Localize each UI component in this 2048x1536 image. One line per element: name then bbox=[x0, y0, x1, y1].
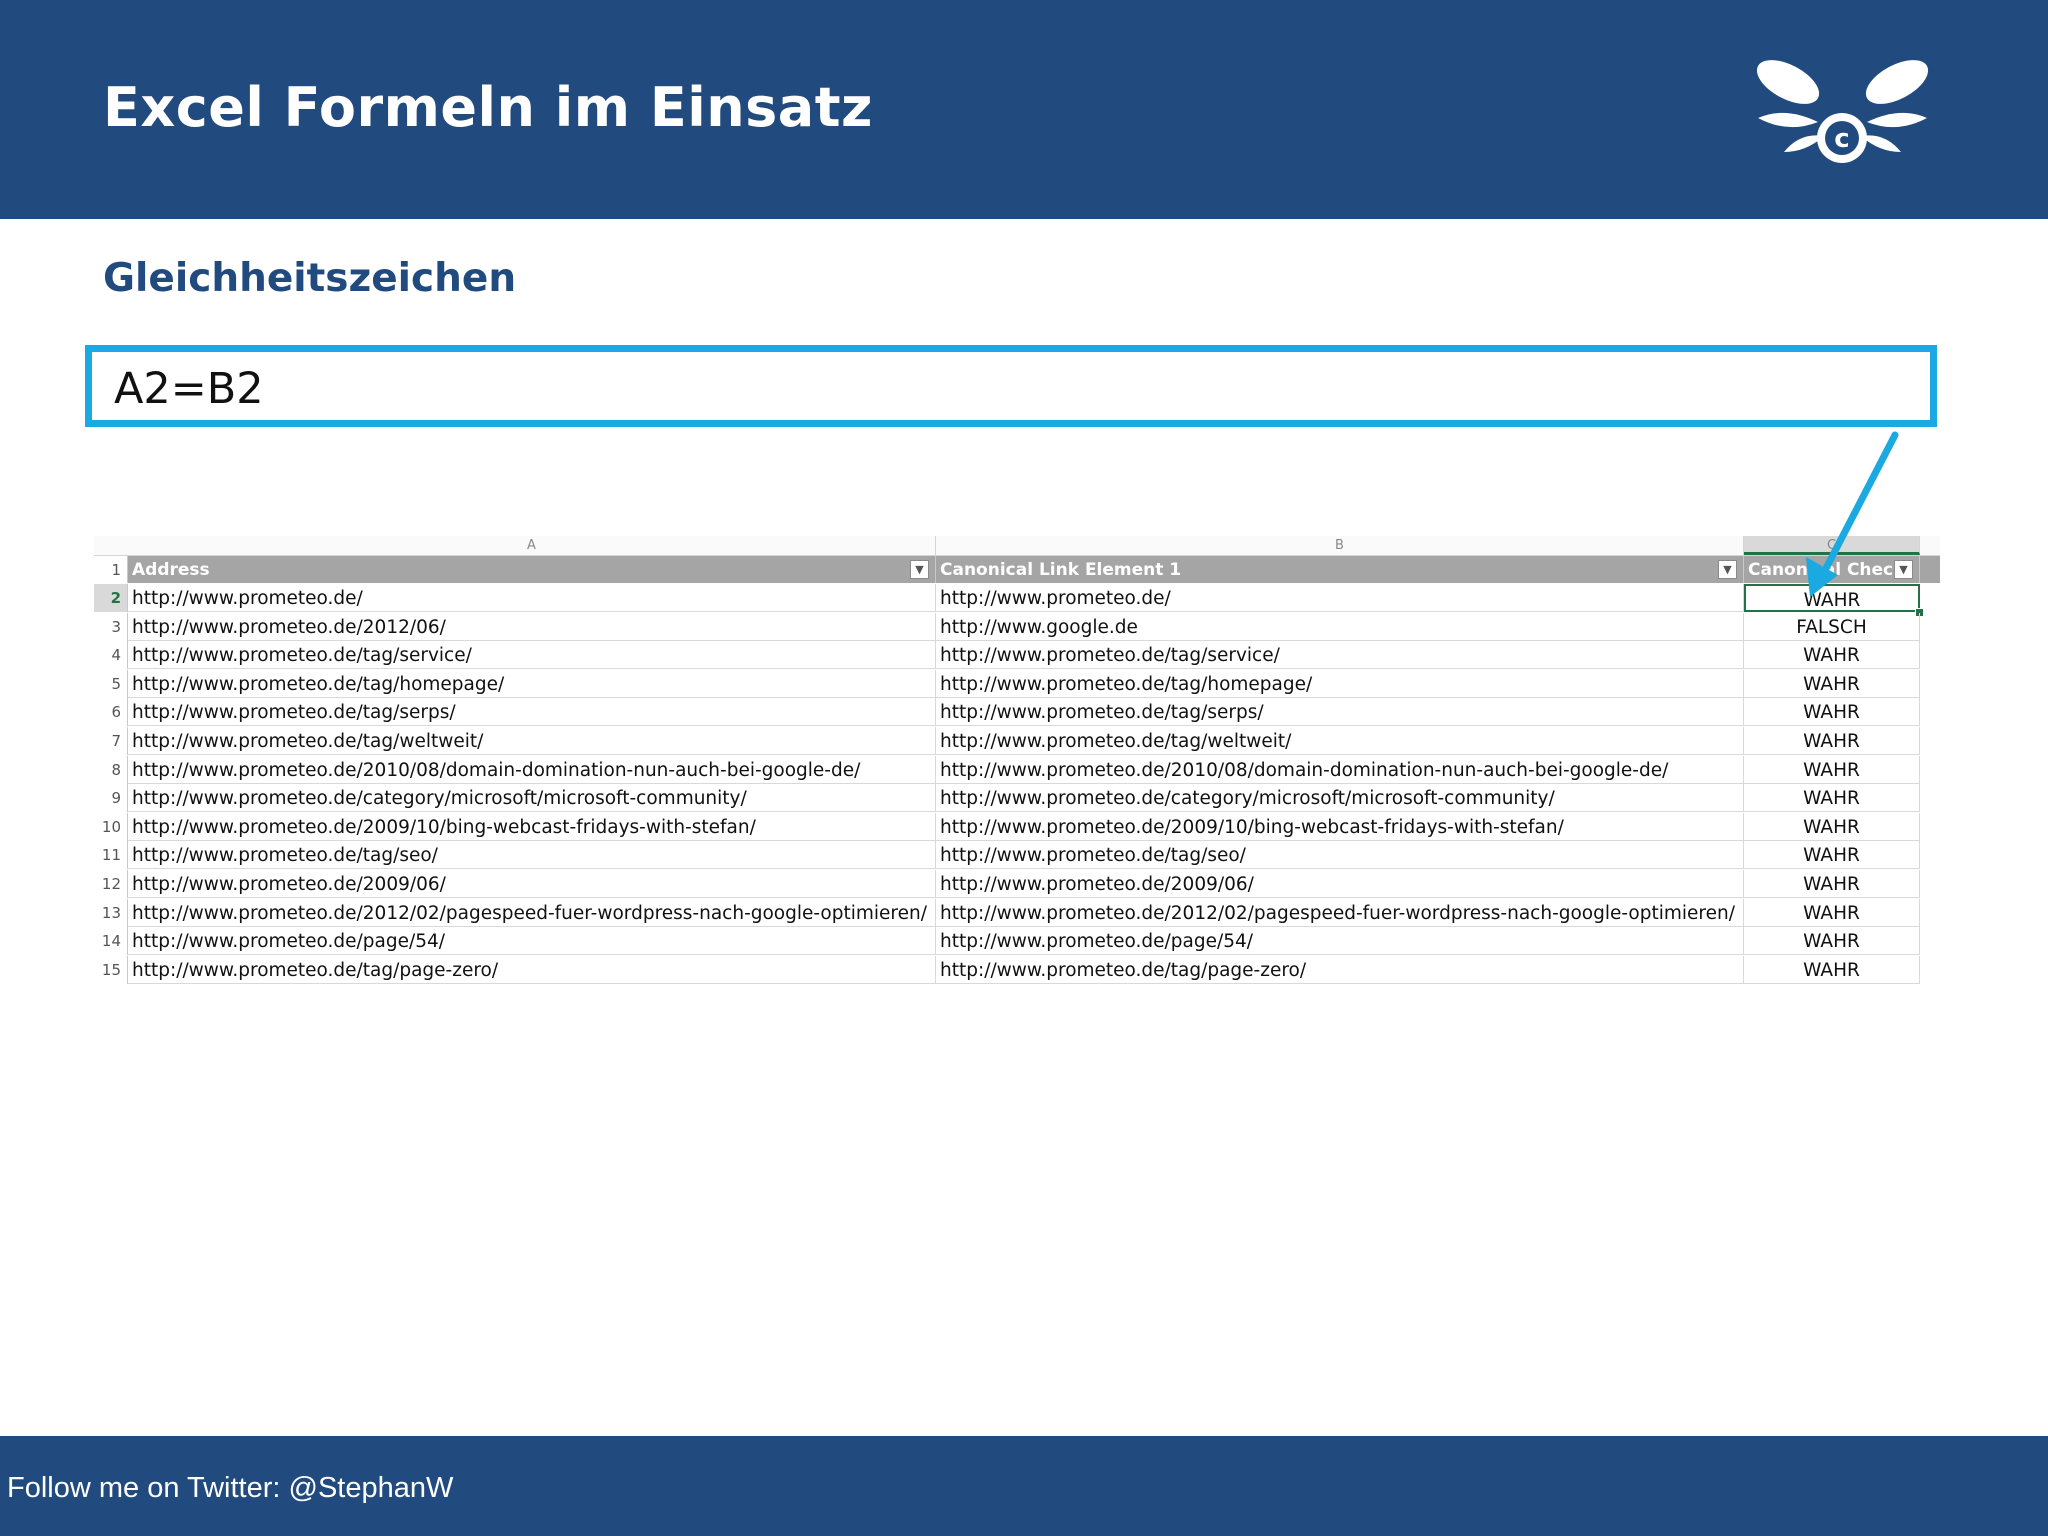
cell-canonical-check[interactable]: WAHR bbox=[1744, 956, 1920, 984]
row-number[interactable]: 12 bbox=[94, 870, 128, 898]
cell-address[interactable]: http://www.prometeo.de/ bbox=[128, 584, 936, 612]
cell-canonical-check[interactable]: WAHR bbox=[1744, 813, 1920, 841]
row-number[interactable]: 10 bbox=[94, 813, 128, 841]
cell-canonical-link[interactable]: http://www.prometeo.de/category/microsof… bbox=[936, 784, 1744, 812]
header-address-label: Address bbox=[132, 560, 210, 580]
row-number[interactable]: 5 bbox=[94, 670, 128, 698]
row-number[interactable]: 1 bbox=[94, 556, 128, 583]
row-number[interactable]: 15 bbox=[94, 956, 128, 984]
row-number[interactable]: 4 bbox=[94, 641, 128, 669]
section-subtitle: Gleichheitszeichen bbox=[103, 256, 517, 301]
cell-canonical-check[interactable]: WAHR bbox=[1744, 841, 1920, 869]
row-number[interactable]: 8 bbox=[94, 756, 128, 784]
cell-address[interactable]: http://www.prometeo.de/tag/weltweit/ bbox=[128, 727, 936, 755]
cell-canonical-check[interactable]: WAHR bbox=[1744, 641, 1920, 669]
cell-address[interactable]: http://www.prometeo.de/category/microsof… bbox=[128, 784, 936, 812]
cell-address[interactable]: http://www.prometeo.de/2010/08/domain-do… bbox=[128, 756, 936, 784]
cell-canonical-link[interactable]: http://www.prometeo.de/2009/10/bing-webc… bbox=[936, 813, 1744, 841]
cell-address[interactable]: http://www.prometeo.de/page/54/ bbox=[128, 927, 936, 955]
cell-address[interactable]: http://www.prometeo.de/tag/homepage/ bbox=[128, 670, 936, 698]
cell-canonical-link[interactable]: http://www.prometeo.de/tag/serps/ bbox=[936, 698, 1744, 726]
cell-canonical-link[interactable]: http://www.prometeo.de/2012/02/pagespeed… bbox=[936, 899, 1744, 927]
cell-address[interactable]: http://www.prometeo.de/2012/06/ bbox=[128, 613, 936, 641]
cell-address[interactable]: http://www.prometeo.de/2009/10/bing-webc… bbox=[128, 813, 936, 841]
cell-canonical-check[interactable]: WAHR bbox=[1744, 870, 1920, 898]
row-number[interactable]: 9 bbox=[94, 784, 128, 812]
cell-canonical-link[interactable]: http://www.prometeo.de/tag/service/ bbox=[936, 641, 1744, 669]
cell-canonical-check[interactable]: WAHR bbox=[1744, 784, 1920, 812]
column-letter-b[interactable]: B bbox=[936, 536, 1744, 555]
row-number[interactable]: 11 bbox=[94, 841, 128, 869]
cell-canonical-check[interactable]: FALSCH bbox=[1744, 613, 1920, 641]
cell-address[interactable]: http://www.prometeo.de/tag/page-zero/ bbox=[128, 956, 936, 984]
cell-canonical-check[interactable]: WAHR bbox=[1744, 727, 1920, 755]
row-number[interactable]: 7 bbox=[94, 727, 128, 755]
cell-canonical-check[interactable]: WAHR bbox=[1744, 756, 1920, 784]
formula-text: A2=B2 bbox=[114, 364, 264, 414]
cell-canonical-link[interactable]: http://www.prometeo.de/ bbox=[936, 584, 1744, 612]
cell-canonical-link[interactable]: http://www.google.de bbox=[936, 613, 1744, 641]
cell-canonical-link[interactable]: http://www.prometeo.de/tag/homepage/ bbox=[936, 670, 1744, 698]
header-canonical-link-label: Canonical Link Element 1 bbox=[940, 560, 1182, 580]
row-number[interactable]: 13 bbox=[94, 899, 128, 927]
header-address: Address ▼ bbox=[128, 556, 936, 583]
pointer-arrow-icon bbox=[1806, 431, 1899, 597]
cell-canonical-check[interactable]: WAHR bbox=[1744, 927, 1920, 955]
cell-address[interactable]: http://www.prometeo.de/tag/seo/ bbox=[128, 841, 936, 869]
cell-address[interactable]: http://www.prometeo.de/2009/06/ bbox=[128, 870, 936, 898]
winged-c-logo-icon: c bbox=[1756, 60, 1929, 163]
footer-twitter-text: Follow me on Twitter: @StephanW bbox=[7, 1472, 454, 1504]
table-header-row: Address ▼ Canonical Link Element 1 ▼ Can… bbox=[128, 556, 1940, 583]
header-canonical-link: Canonical Link Element 1 ▼ bbox=[936, 556, 1744, 583]
cell-canonical-link[interactable]: http://www.prometeo.de/tag/seo/ bbox=[936, 841, 1744, 869]
slide-header: Excel Formeln im Einsatz c bbox=[0, 0, 2048, 219]
cell-canonical-check[interactable]: WAHR bbox=[1744, 899, 1920, 927]
cell-canonical-link[interactable]: http://www.prometeo.de/2009/06/ bbox=[936, 870, 1744, 898]
cell-address[interactable]: http://www.prometeo.de/2012/02/pagespeed… bbox=[128, 899, 936, 927]
filter-dropdown-icon[interactable]: ▼ bbox=[1718, 560, 1737, 579]
row-number[interactable]: 14 bbox=[94, 927, 128, 955]
spreadsheet: A B C 1 Address ▼ Canonical Link Element… bbox=[94, 536, 1940, 990]
svg-text:c: c bbox=[1834, 124, 1849, 154]
row-number[interactable]: 2 bbox=[94, 584, 128, 612]
cell-canonical-link[interactable]: http://www.prometeo.de/tag/page-zero/ bbox=[936, 956, 1744, 984]
column-letter-a[interactable]: A bbox=[128, 536, 936, 555]
slide-title: Excel Formeln im Einsatz bbox=[103, 76, 873, 139]
formula-callout: A2=B2 bbox=[85, 345, 1937, 427]
slide-footer: Follow me on Twitter: @StephanW bbox=[0, 1436, 2048, 1536]
column-header-strip: A B C bbox=[94, 536, 1940, 556]
cell-address[interactable]: http://www.prometeo.de/tag/service/ bbox=[128, 641, 936, 669]
cell-address[interactable]: http://www.prometeo.de/tag/serps/ bbox=[128, 698, 936, 726]
row-number[interactable]: 3 bbox=[94, 613, 128, 641]
cell-canonical-check[interactable]: WAHR bbox=[1744, 670, 1920, 698]
cell-canonical-link[interactable]: http://www.prometeo.de/tag/weltweit/ bbox=[936, 727, 1744, 755]
filter-dropdown-icon[interactable]: ▼ bbox=[910, 560, 929, 579]
row-number[interactable]: 6 bbox=[94, 698, 128, 726]
cell-canonical-check[interactable]: WAHR bbox=[1744, 698, 1920, 726]
cell-canonical-link[interactable]: http://www.prometeo.de/page/54/ bbox=[936, 927, 1744, 955]
cell-canonical-link[interactable]: http://www.prometeo.de/2010/08/domain-do… bbox=[936, 756, 1744, 784]
